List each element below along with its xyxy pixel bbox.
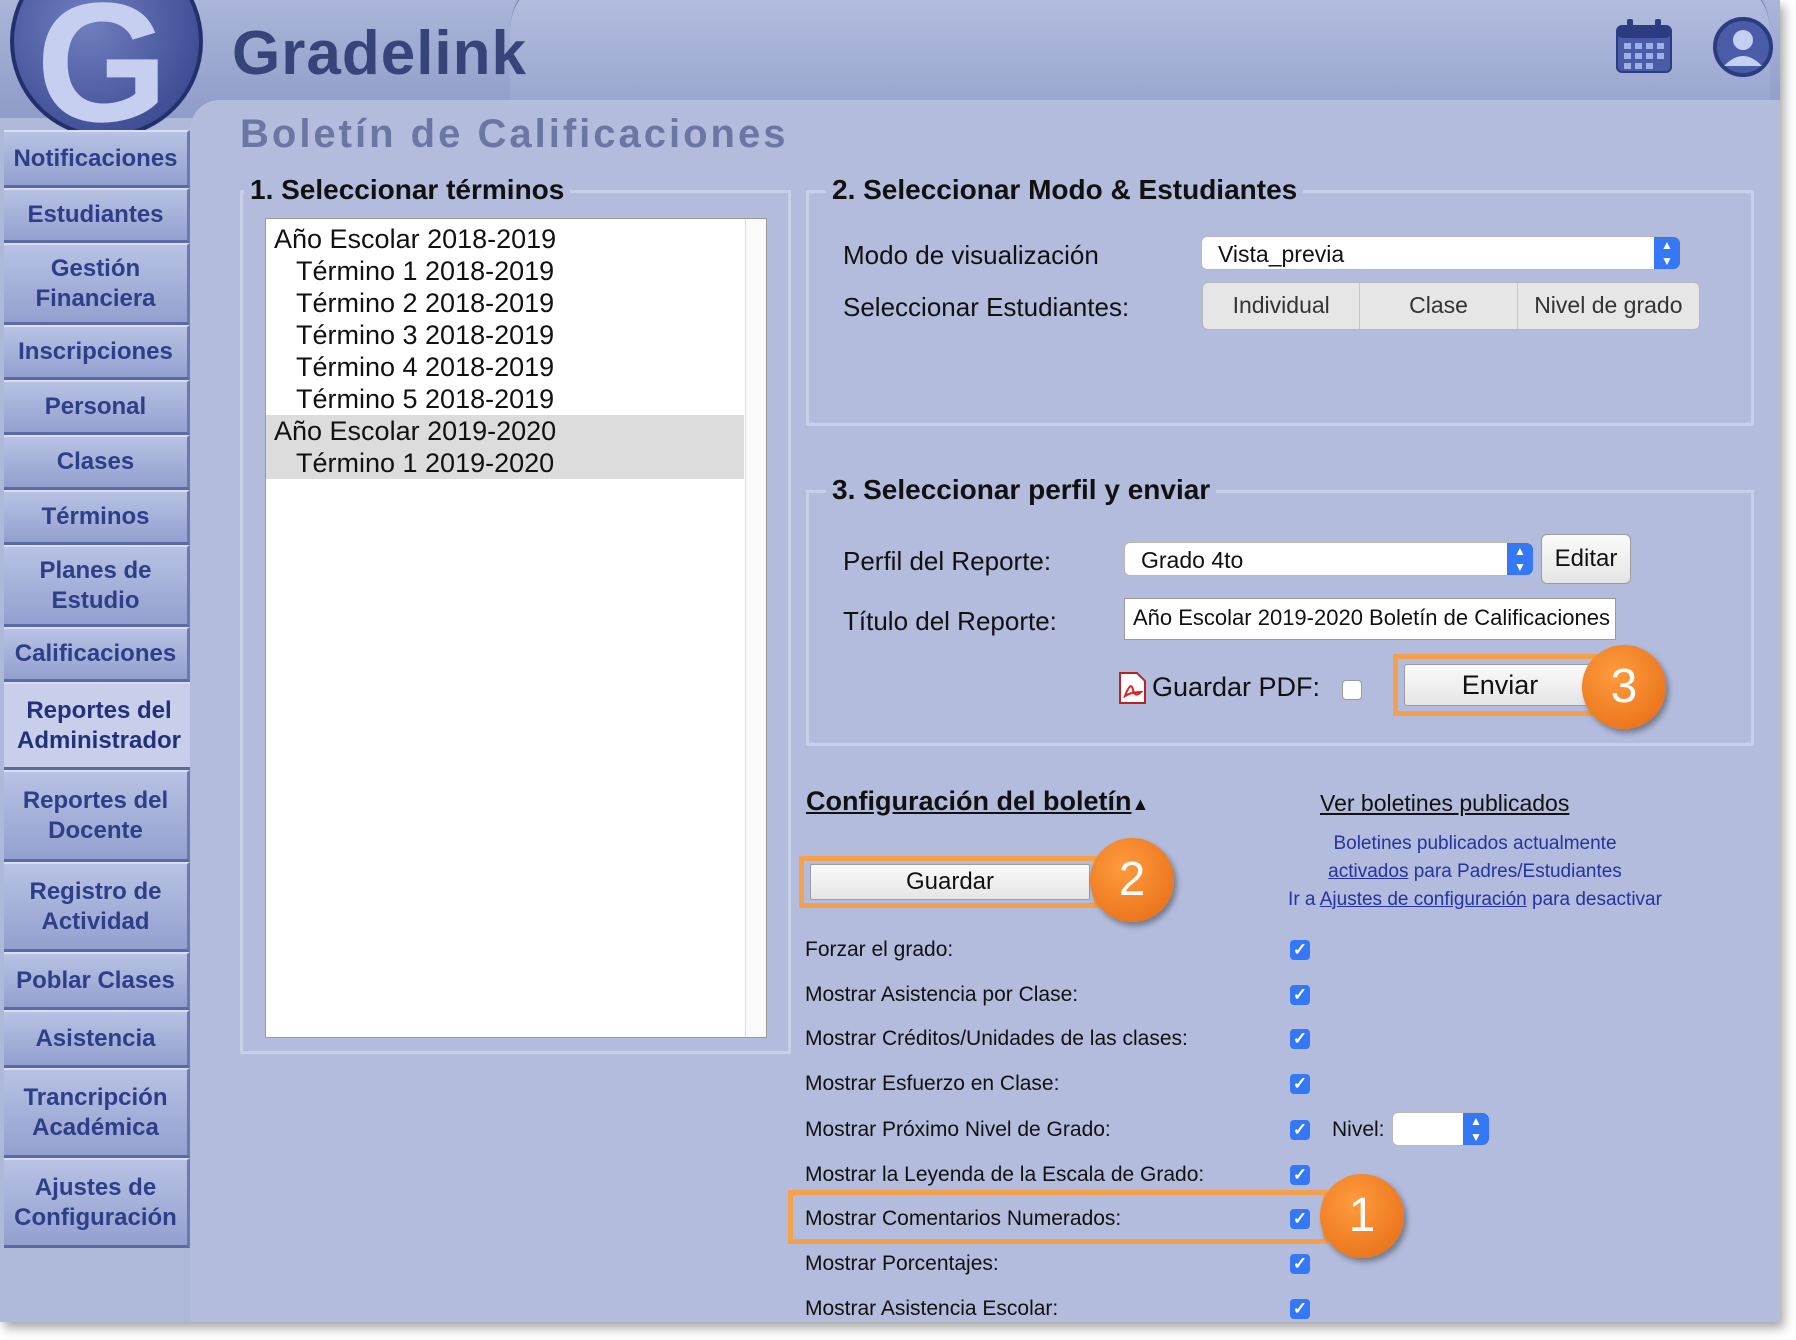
view-mode-value: Vista_previa [1218, 241, 1345, 267]
save-pdf-checkbox[interactable] [1342, 680, 1362, 700]
sidebar-item-personal[interactable]: Personal [4, 380, 190, 435]
app-window: G Gradelink Notificaciones Estudiantes G… [0, 0, 1780, 1322]
terms-scrollbar[interactable] [745, 219, 766, 1037]
term-option-selected[interactable]: Año Escolar 2019-2020 [266, 415, 744, 447]
config-heading-text: Configuración del boletín [806, 786, 1132, 816]
level-select[interactable]: ▲ ▼ [1392, 1112, 1490, 1146]
published-line3: Ir a Ajustes de configuración para desac… [1265, 886, 1685, 914]
option-label: Mostrar la Leyenda de la Escala de Grado… [805, 1163, 1205, 1186]
report-title-input[interactable]: Año Escolar 2019-2020 Boletín de Calific… [1124, 598, 1616, 640]
sidebar-item-notificaciones[interactable]: Notificaciones [4, 130, 190, 188]
option-label: Mostrar Créditos/Unidades de las clases: [805, 1027, 1188, 1050]
profile-value: Grado 4to [1141, 547, 1244, 573]
user-icon[interactable] [1712, 16, 1774, 78]
sidebar-item-transcripcion[interactable]: Trancripción Académica [4, 1068, 190, 1158]
term-option[interactable]: Término 5 2018-2019 [266, 383, 744, 415]
option-checkbox[interactable]: ✓ [1290, 1029, 1310, 1049]
select-arrows-icon: ▲ ▼ [1463, 1113, 1489, 1145]
option-checkbox[interactable]: ✓ [1290, 940, 1310, 960]
term-option[interactable]: Término 2 2018-2019 [266, 287, 744, 319]
profile-legend: 3. Seleccionar perfil y enviar [826, 474, 1217, 506]
report-title-label: Título del Reporte: [843, 606, 1057, 636]
sidebar-item-registro-actividad[interactable]: Registro de Actividad [4, 862, 190, 952]
option-checkbox[interactable]: ✓ [1290, 1120, 1310, 1140]
sidebar-item-inscripciones[interactable]: Inscripciones [4, 325, 190, 380]
published-line1: Boletines publicados actualmente [1333, 833, 1617, 854]
published-line2: activados para Padres/Estudiantes [1265, 858, 1685, 886]
sidebar-item-reportes-administrador[interactable]: Reportes del Administrador [4, 682, 194, 770]
term-option-selected[interactable]: Término 1 2019-2020 [266, 447, 744, 479]
edit-profile-button[interactable]: Editar [1541, 534, 1631, 584]
term-option[interactable]: Año Escolar 2018-2019 [266, 223, 744, 255]
brand-name: Gradelink [232, 19, 527, 88]
sidebar-nav: Notificaciones Estudiantes Gestión Finan… [0, 130, 194, 1248]
sidebar-item-terminos[interactable]: Términos [4, 490, 190, 545]
collapse-triangle-icon: ▲ [1131, 794, 1150, 814]
option-checkbox[interactable]: ✓ [1290, 985, 1310, 1005]
option-checkbox[interactable]: ✓ [1290, 1209, 1310, 1229]
logo-letter: G [36, 0, 169, 158]
option-checkbox[interactable]: ✓ [1290, 1254, 1310, 1274]
page-title: Boletín de Calificaciones [240, 112, 789, 156]
sidebar-item-poblar-clases[interactable]: Poblar Clases [4, 952, 190, 1010]
level-label: Nivel: [1332, 1118, 1385, 1141]
profile-select[interactable]: Grado 4to ▲ ▼ [1124, 542, 1534, 576]
published-line2-rest: para Padres/Estudiantes [1408, 861, 1622, 882]
profile-label: Perfil del Reporte: [843, 546, 1052, 576]
terms-legend: 1. Seleccionar términos [244, 174, 571, 206]
sidebar-item-calificaciones[interactable]: Calificaciones [4, 627, 190, 682]
config-heading[interactable]: Configuración del boletín▲ [806, 786, 1149, 817]
sidebar-item-clases[interactable]: Clases [4, 435, 190, 490]
step-badge-1: 1 [1320, 1174, 1404, 1258]
published-line3-post: para desactivar [1526, 889, 1662, 910]
option-label: Mostrar Próximo Nivel de Grado: [805, 1118, 1111, 1141]
select-arrows-icon: ▲ ▼ [1654, 237, 1680, 269]
header-curve [510, 0, 1770, 104]
view-mode-select[interactable]: Vista_previa ▲ ▼ [1201, 236, 1681, 270]
sidebar-item-estudiantes[interactable]: Estudiantes [4, 188, 190, 243]
pdf-icon [1119, 672, 1146, 704]
option-label: Mostrar Asistencia Escolar: [805, 1297, 1059, 1320]
sidebar-item-planes-de-estudio[interactable]: Planes de Estudio [4, 545, 190, 627]
view-published-link[interactable]: Ver boletines publicados [1320, 790, 1569, 817]
term-option[interactable]: Término 3 2018-2019 [266, 319, 744, 351]
segment-nivel-grado[interactable]: Nivel de grado [1518, 283, 1699, 329]
segment-clase[interactable]: Clase [1360, 283, 1518, 329]
students-segmented-control: Individual Clase Nivel de grado [1202, 282, 1700, 330]
settings-link[interactable]: Ajustes de configuración [1320, 889, 1527, 910]
sidebar-item-asistencia[interactable]: Asistencia [4, 1010, 190, 1068]
view-mode-label: Modo de visualización [843, 240, 1099, 270]
option-checkbox[interactable]: ✓ [1290, 1299, 1310, 1319]
students-label: Seleccionar Estudiantes: [843, 292, 1130, 322]
option-label: Forzar el grado: [805, 938, 954, 961]
mode-legend: 2. Seleccionar Modo & Estudiantes [826, 174, 1304, 206]
step-badge-3: 3 [1582, 645, 1666, 729]
sidebar-item-reportes-docente[interactable]: Reportes del Docente [4, 770, 190, 862]
option-checkbox[interactable]: ✓ [1290, 1165, 1310, 1185]
save-config-button[interactable]: Guardar [810, 864, 1090, 900]
sidebar-item-gestion-financiera[interactable]: Gestión Financiera [4, 243, 190, 325]
option-checkbox[interactable]: ✓ [1290, 1074, 1310, 1094]
term-option[interactable]: Término 4 2018-2019 [266, 351, 744, 383]
option-label: Mostrar Comentarios Numerados: [805, 1207, 1122, 1230]
calendar-icon[interactable] [1615, 18, 1673, 74]
save-pdf-label: Guardar PDF: [1152, 672, 1321, 702]
published-info: Boletines publicados actualmente activad… [1265, 830, 1685, 914]
option-label: Mostrar Asistencia por Clase: [805, 983, 1079, 1006]
step-badge-2: 2 [1090, 838, 1174, 922]
terms-listbox[interactable]: Año Escolar 2018-2019 Término 1 2018-201… [265, 218, 767, 1038]
published-line3-pre: Ir a [1288, 889, 1320, 910]
option-label: Mostrar Esfuerzo en Clase: [805, 1072, 1060, 1095]
select-arrows-icon: ▲ ▼ [1507, 543, 1533, 575]
segment-individual[interactable]: Individual [1203, 283, 1361, 329]
send-button[interactable]: Enviar [1404, 664, 1596, 706]
sidebar-item-ajustes[interactable]: Ajustes de Configuración [4, 1158, 190, 1248]
activated-link[interactable]: activados [1328, 861, 1408, 882]
option-label: Mostrar Porcentajes: [805, 1252, 999, 1275]
term-option[interactable]: Término 1 2018-2019 [266, 255, 744, 287]
